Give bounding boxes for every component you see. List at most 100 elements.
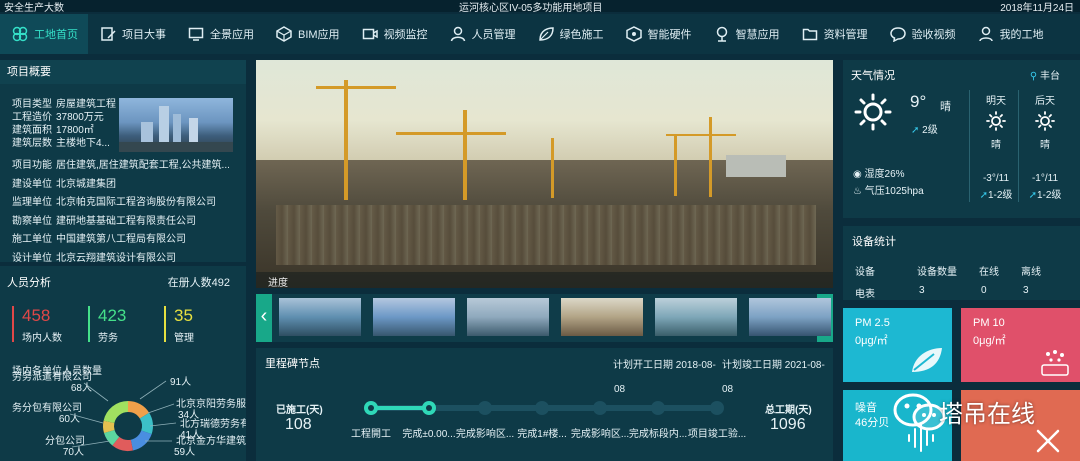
nav-item[interactable]: 验收视频 [878,14,966,54]
nav-item[interactable]: 我的工地 [966,14,1054,54]
forecast-wind-value: 1-2级 [987,190,1013,201]
video-thumbnail[interactable] [655,298,737,336]
wind: ➚ 2级 [911,125,938,136]
staff-stat: 423 劳务 [88,306,126,344]
pie-slice[interactable] [130,430,152,451]
overview-rows: 项目功能 居住建筑,居住建筑配套工程,公共建筑... 建设单位 北京城建集团 监理单位北… [12,157,242,268]
nav-label: 视频监控 [383,29,428,41]
pie-label: 分包公司 [45,434,85,447]
pie-value-label: 41人 [180,429,201,441]
nav-label: 智能硬件 [647,29,692,41]
nav-item[interactable]: 人员管理 [438,14,526,54]
pressure-icon: ♨ [853,186,862,197]
prev-arrow-button[interactable]: ‹ [256,294,272,342]
table-cell: 3 [919,285,925,296]
watermark-text: 塔吊在线 [939,401,1035,428]
pie-slice[interactable] [103,401,128,423]
row-value: 北京城建集团 [56,178,116,190]
nav-item[interactable]: 工地首页 [0,14,88,54]
video-thumbnail[interactable] [373,298,455,336]
milestone-label: 完成标段内... [629,427,687,440]
nav-item[interactable]: 资料管理 [790,14,878,54]
milestone-node-dot [426,405,432,411]
location[interactable]: ⚲ 丰台 [1030,67,1060,82]
env-tile[interactable]: PM 10 0μg/㎡ [961,308,1080,382]
stat-label: 劳务 [98,333,118,344]
overview-row: 施工单位 中国建筑第八工程局有限公司 [12,231,242,250]
milestone-label: 完成1#楼... [517,427,566,440]
video-thumbnail[interactable] [279,298,361,336]
forecast-condition: 晴 [1040,140,1050,151]
chat-icon [889,27,906,42]
overview-facts: 项目类型 房屋建筑工程 工程造价 37800万元 建筑面积 17800㎡ 建筑层数 主楼地下4… [12,98,117,150]
video-thumbnail[interactable] [467,298,549,336]
nav-label: 绿色施工 [559,29,604,41]
wind-arrow-icon: ➚ [911,125,920,136]
nav-label: 我的工地 [999,29,1044,41]
fact-value: 主楼地下4... [56,138,110,149]
forecast-day-name: 明天 [986,96,1006,107]
user-icon [978,26,993,42]
nav-item[interactable]: 全景应用 [176,14,264,54]
main-nav: 工地首页 项目大事 全景应用 BIM应用 视频监控 人员管理 绿色施工 智能硬件 智慧应用 资料管… [0,14,1080,54]
env-title: PM 10 [973,317,1005,329]
site-video-panel[interactable]: 进度 [256,60,833,288]
env-value: 46分贝 [855,417,890,429]
fact-key: 建筑面积 [12,125,52,136]
milestone-node[interactable] [478,401,492,415]
table-cell: 3 [1023,285,1029,296]
thumbnail-strip: ‹ › [256,294,833,342]
forecast-day: 后天晴 -1°/11 ➚1-2级 [1021,92,1069,201]
person-icon [450,26,465,42]
forecast-wind-value: 1-2级 [1036,190,1062,201]
nav-label: 资料管理 [823,29,868,41]
forecast-day-name: 后天 [1035,96,1055,107]
env-tile[interactable]: PM 2.5 0μg/㎡ [843,308,952,382]
table-header: 在线 [979,267,999,278]
env-value: 0μg/㎡ [855,335,888,347]
nav-item[interactable]: 智慧应用 [702,14,790,54]
milestone-track: 工程開工 完成±0.00... 完成影响区... 完成1#楼... 完成影响区... 完成… [351,401,746,440]
video-thumbnail[interactable] [561,298,643,336]
overview-row: 勘察单位 建研地基基础工程有限责任公司 [12,213,242,232]
box-icon [625,26,642,42]
nav-item[interactable]: 智能硬件 [614,14,702,54]
nav-item[interactable]: 项目大事 [88,14,176,54]
overview-row: 项目功能 居住建筑,居住建筑配套工程,公共建筑... [12,157,242,176]
milestone-node[interactable] [710,401,724,415]
location-pin-icon: ⚲ [1029,71,1038,82]
stat-value: 458 [22,306,51,325]
env-title: PM 2.5 [855,317,890,329]
project-thumbnail[interactable] [119,98,233,152]
nav-item[interactable]: 绿色施工 [526,14,614,54]
forecast-wind: ➚1-2级 [972,186,1020,201]
staff-stat: 35 管理 [164,306,194,344]
tree-icon [716,26,727,42]
milestone-label: 完成影响区... [456,427,514,440]
row-key: 建设单位 [12,178,52,190]
milestone-node[interactable] [535,401,549,415]
video-thumbnail[interactable] [749,298,831,336]
milestone-label: 项目竣工验... [688,427,746,440]
nav-item[interactable]: 视频监控 [350,14,438,54]
sun-icon [986,111,1006,131]
nav-label: 智慧应用 [735,29,780,41]
pie-value-label: 59人 [174,446,195,458]
fact-key: 建筑层数 [12,138,52,149]
pie-label: 务分包有限公司 [12,401,82,414]
nav-item[interactable]: BIM应用 [264,14,350,54]
milestone-node[interactable] [593,401,607,415]
topbar-date: 2018年11月24日 [1000,3,1074,14]
row-value: 北京云翔建筑设计有限公司 [56,252,176,264]
edit-icon [101,27,116,41]
milestone-node[interactable] [651,401,665,415]
sun-icon [854,93,892,131]
pie-label: 北京京阳劳务服 [176,397,246,410]
pie-leader-line [139,380,167,400]
topbar-left-text: 安全生产大数 [4,3,64,14]
pie-value-label: 60人 [59,413,80,425]
panel-title: 设备统计 [852,236,896,248]
leaf-icon [538,27,554,41]
humidity: ◉ 湿度26% [853,169,905,180]
table-header: 离线 [1021,267,1041,278]
